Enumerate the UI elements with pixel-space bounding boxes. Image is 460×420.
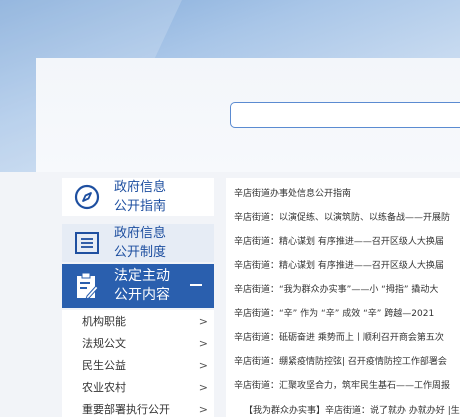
submenu-item-org-functions[interactable]: 机构职能 > bbox=[62, 310, 214, 332]
article-link[interactable]: 辛店街道：精心谋划 有序推进——召开区级人大换届 bbox=[234, 234, 460, 247]
submenu-item-regulations[interactable]: 法规公文 > bbox=[62, 332, 214, 354]
collapse-icon[interactable] bbox=[190, 284, 202, 286]
chevron-right-icon: > bbox=[198, 336, 208, 350]
submenu-item-label: 重要部署执行公开 bbox=[82, 403, 170, 416]
article-link[interactable]: 【我为群众办实事】辛店街道：说了就办 办就办好 |生 bbox=[244, 403, 460, 416]
chevron-right-icon: > bbox=[198, 314, 208, 328]
sidebar-item-label: 公开内容 bbox=[114, 287, 170, 303]
sidebar-item-label: 政府信息 bbox=[114, 180, 167, 195]
article-link[interactable]: 辛店街道：绷紧疫情防控弦| 召开疫情防控工作部署会 bbox=[234, 354, 460, 367]
article-link[interactable]: 辛店街道：砥砺奋进 乘势而上丨顺利召开商会第五次 bbox=[234, 330, 460, 343]
sidebar-item-disclosure-guide[interactable]: 政府信息 公开指南 bbox=[62, 178, 214, 216]
chevron-right-icon: > bbox=[198, 402, 208, 416]
compass-icon bbox=[72, 182, 102, 212]
article-list: 辛店街道办事处信息公开指南 辛店街道：以演促练、以演筑防、以练备战——开展防 辛… bbox=[226, 178, 460, 417]
list-icon bbox=[72, 228, 102, 258]
clipboard-edit-icon bbox=[72, 271, 102, 301]
submenu-item-livelihood[interactable]: 民生公益 > bbox=[62, 354, 214, 376]
article-link[interactable]: 辛店街道：汇聚攻坚合力，筑牢民生基石——工作周报 bbox=[234, 378, 460, 391]
sidebar-item-label: 法定主动 bbox=[114, 268, 170, 284]
article-link[interactable]: 辛店街道办事处信息公开指南 bbox=[234, 186, 460, 199]
article-link[interactable]: 辛店街道：以演促练、以演筑防、以练备战——开展防 bbox=[234, 210, 460, 223]
sidebar-item-statutory-content[interactable]: 法定主动 公开内容 bbox=[62, 264, 214, 308]
sidebar-item-disclosure-system[interactable]: 政府信息 公开制度 bbox=[62, 224, 214, 262]
sidebar-item-label: 公开制度 bbox=[114, 245, 167, 260]
article-link[interactable]: 辛店街道：“辛” 作为 “辛” 成效 “辛” 跨越—2021 bbox=[234, 306, 460, 319]
chevron-right-icon: > bbox=[198, 358, 208, 372]
submenu-item-label: 农业农村 bbox=[82, 381, 126, 394]
sidebar-item-label: 公开指南 bbox=[114, 199, 167, 214]
submenu-item-label: 民生公益 bbox=[82, 359, 126, 372]
submenu-item-label: 机构职能 bbox=[82, 315, 126, 328]
chevron-right-icon: > bbox=[198, 380, 208, 394]
submenu-item-agriculture[interactable]: 农业农村 > bbox=[62, 376, 214, 398]
sidebar-item-label: 政府信息 bbox=[114, 226, 167, 241]
submenu-item-label: 法规公文 bbox=[82, 337, 126, 350]
search-input[interactable] bbox=[230, 102, 460, 128]
article-link[interactable]: 辛店街道：“我为群众办实事”——小 “拇指” 撬动大 bbox=[234, 282, 460, 295]
header-banner bbox=[0, 0, 460, 172]
article-link[interactable]: 辛店街道：精心谋划 有序推进——召开区级人大换届 bbox=[234, 258, 460, 271]
